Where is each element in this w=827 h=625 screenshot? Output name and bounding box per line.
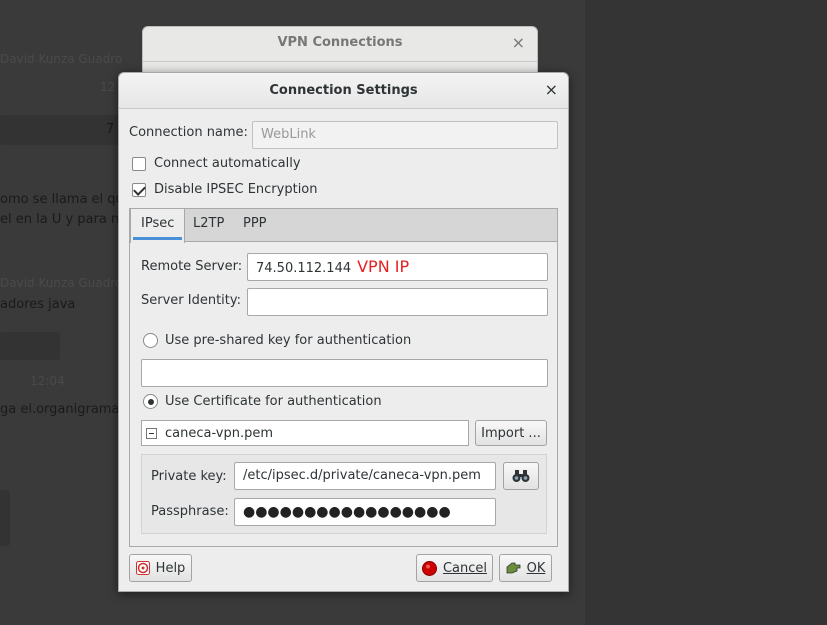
cancel-button[interactable]: Cancel	[416, 554, 493, 582]
certificate-list[interactable]: caneca-vpn.pem	[141, 420, 469, 446]
passphrase-dots: ●●●●●●●●●●●●●●●●●	[243, 504, 451, 520]
bg-bubble	[0, 332, 60, 360]
tab-ppp[interactable]: PPP	[233, 209, 277, 242]
private-key-frame: Private key: /etc/ipsec.d/private/caneca…	[141, 454, 547, 534]
server-identity-field[interactable]	[247, 288, 548, 316]
import-button[interactable]: Import ...	[475, 420, 547, 446]
dialog-title: Connection Settings	[269, 83, 418, 98]
close-icon[interactable]: ×	[512, 33, 525, 52]
bg-time: 12:04	[30, 374, 65, 388]
ok-button[interactable]: OK	[499, 554, 552, 582]
settings-notebook: IPsec L2TP PPP Remote Server: 74.50.112.…	[129, 208, 558, 547]
passphrase-field[interactable]: ●●●●●●●●●●●●●●●●●	[234, 498, 496, 526]
browse-private-key-button[interactable]	[503, 462, 539, 490]
private-key-label: Private key:	[151, 469, 227, 484]
psk-label: Use pre-shared key for authentication	[165, 333, 412, 348]
bg-message: el en la U y para n	[0, 212, 120, 227]
connection-name-label: Connection name:	[129, 125, 248, 140]
certificate-file[interactable]: caneca-vpn.pem	[165, 426, 273, 441]
passphrase-label: Passphrase:	[151, 504, 229, 519]
binoculars-icon	[512, 470, 530, 482]
ok-hand-icon	[506, 562, 521, 574]
dialog-titlebar: Connection Settings ×	[119, 73, 568, 109]
help-icon	[135, 561, 150, 575]
connection-name-row: Connection name:	[129, 125, 248, 140]
import-label: Import ...	[481, 425, 541, 441]
cancel-label: Cancel	[442, 560, 488, 576]
checkbox-box[interactable]	[132, 182, 146, 197]
bg-time: 7	[106, 122, 115, 137]
radio-button[interactable]	[143, 394, 158, 409]
connection-settings-dialog: Connection Settings × Connection name: W…	[118, 72, 569, 592]
tab-bar: IPsec L2TP PPP	[130, 209, 557, 243]
vpn-window-title: VPN Connections	[277, 35, 403, 50]
tab-ipsec[interactable]: IPsec	[130, 209, 186, 243]
bg-sender-name: David Kunza Guadro	[0, 276, 123, 290]
checkbox-box[interactable]	[132, 156, 146, 171]
bg-bubble	[0, 490, 10, 546]
disable-ipsec-checkbox[interactable]: Disable IPSEC Encryption	[132, 182, 318, 197]
remote-server-field[interactable]: 74.50.112.144 VPN IP	[247, 253, 548, 281]
remote-server-value: 74.50.112.144	[256, 261, 352, 276]
connect-automatically-label: Connect automatically	[154, 156, 301, 171]
private-key-field[interactable]: /etc/ipsec.d/private/caneca-vpn.pem	[234, 462, 496, 490]
bg-message: omo se llama el qu	[0, 192, 124, 207]
disable-ipsec-label: Disable IPSEC Encryption	[154, 182, 318, 197]
bg-time: 12	[100, 80, 116, 94]
help-button[interactable]: Help	[129, 554, 192, 582]
connection-name-field[interactable]: WebLink	[252, 121, 558, 149]
certificate-radio[interactable]: Use Certificate for authentication	[143, 394, 382, 409]
ok-label: OK	[526, 560, 546, 576]
server-identity-label: Server Identity:	[141, 293, 242, 308]
bg-message: ga el.organigrama	[0, 402, 120, 417]
help-label: Help	[155, 560, 186, 576]
tab-l2tp[interactable]: L2TP	[183, 209, 234, 242]
connect-automatically-checkbox[interactable]: Connect automatically	[132, 156, 301, 171]
remote-server-label: Remote Server:	[141, 259, 243, 274]
divider	[143, 61, 537, 62]
psk-radio[interactable]: Use pre-shared key for authentication	[143, 333, 411, 348]
vpn-ip-annotation: VPN IP	[357, 257, 410, 276]
stop-icon	[421, 560, 437, 576]
bg-bubble	[0, 115, 120, 145]
bg-sender-name: David Kunza Guadro	[0, 52, 123, 66]
collapse-icon[interactable]	[146, 427, 157, 439]
radio-button[interactable]	[143, 333, 158, 348]
certificate-label: Use Certificate for authentication	[165, 394, 382, 409]
background-right-panel	[585, 0, 827, 625]
close-icon[interactable]: ×	[545, 80, 558, 99]
bg-message: adores java	[0, 297, 76, 312]
psk-field[interactable]	[141, 359, 548, 387]
